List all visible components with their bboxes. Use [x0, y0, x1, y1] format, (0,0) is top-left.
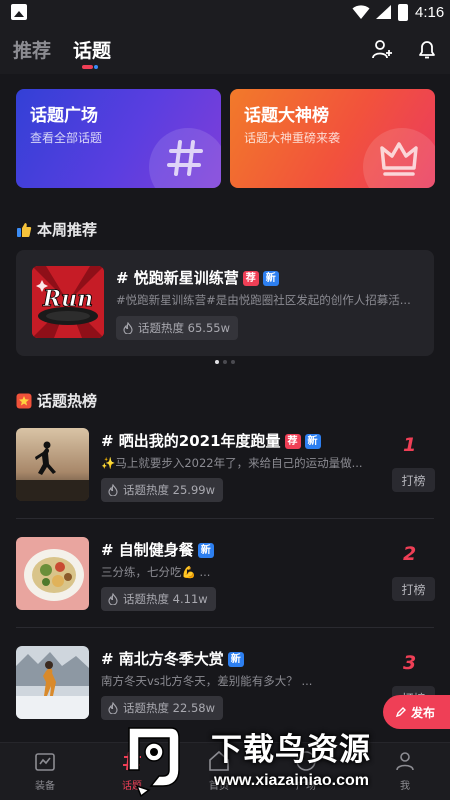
signal-icon — [376, 5, 391, 19]
divider — [16, 518, 434, 519]
rank-number: 2 — [403, 543, 417, 565]
topic-title: # 南北方冬季大赏新 — [101, 648, 244, 669]
top-header: 推荐 话题 — [0, 26, 450, 74]
new-badge: 新 — [262, 271, 279, 286]
weekly-section-title: 本周推荐 — [16, 219, 97, 240]
watermark-url: www.xiazainiao.com — [214, 772, 370, 789]
status-time: 4:16 — [415, 4, 445, 21]
status-bar: 4:16 — [0, 0, 450, 26]
recommend-badge: 荐 — [242, 271, 259, 286]
topic-description: 三分练，七分吃💪 ... — [101, 565, 211, 579]
new-badge: 新 — [227, 652, 244, 667]
nav-gear[interactable]: 装备 — [15, 749, 75, 792]
topic-thumbnail — [16, 428, 89, 501]
thumbs-up-icon — [17, 222, 32, 237]
banner-title: 话题广场 — [30, 106, 98, 126]
topic-thumbnail: Run — [32, 266, 104, 338]
bag-icon — [35, 753, 55, 771]
recommend-badge: 荐 — [284, 434, 301, 449]
thumbnail-run-text: Run — [42, 286, 93, 312]
banner-subtitle: 查看全部话题 — [30, 131, 103, 145]
star-badge-icon — [16, 393, 32, 408]
watermark-text: 下载鸟资源 — [211, 732, 371, 768]
carousel-indicator — [215, 360, 237, 364]
heat-badge: 话题热度 25.99w — [101, 478, 223, 502]
topic-title: # 悦跑新星训练营荐新 — [116, 267, 279, 288]
topic-ranking-card[interactable]: 话题大神榜 话题大神重磅来袭 — [230, 89, 435, 188]
hot-section-title: 话题热榜 — [16, 390, 97, 411]
flame-icon — [123, 322, 133, 334]
topic-description: ✨马上就要步入2022年了，来给自己的运动量做... — [101, 456, 363, 470]
topic-thumbnail — [16, 646, 89, 719]
bird-logo-icon — [128, 727, 180, 798]
topic-description: #悦跑新星训练营#是由悦跑圈社区发起的创作人招募活... — [116, 293, 411, 307]
add-user-icon[interactable] — [371, 38, 393, 60]
topic-title: # 自制健身餐新 — [101, 539, 214, 560]
flame-icon — [108, 484, 118, 496]
vote-button[interactable]: 打榜 — [392, 468, 435, 492]
rank-number: 1 — [403, 434, 417, 456]
topic-square-card[interactable]: 话题广场 查看全部话题 — [16, 89, 221, 188]
topic-thumbnail — [16, 537, 89, 610]
tab-topic[interactable]: 话题 — [73, 36, 111, 63]
weekly-topic-card[interactable]: Run # 悦跑新星训练营荐新 #悦跑新星训练营#是由悦跑圈社区发起的创作人招募… — [16, 250, 434, 356]
section-title-text: 本周推荐 — [37, 221, 98, 239]
topic-title: # 晒出我的2021年度跑量荐新 — [101, 430, 321, 451]
banner-subtitle: 话题大神重磅来袭 — [244, 131, 341, 145]
bell-icon[interactable] — [416, 38, 438, 60]
section-title-text: 话题热榜 — [37, 392, 98, 410]
banner-title: 话题大神榜 — [244, 106, 329, 126]
new-badge: 新 — [304, 434, 321, 449]
hash-icon — [167, 140, 203, 176]
gallery-icon — [11, 4, 27, 20]
hot-topic-item[interactable]: # 晒出我的2021年度跑量荐新 ✨马上就要步入2022年了，来给自己的运动量做… — [0, 428, 450, 538]
battery-icon — [398, 4, 408, 21]
wifi-icon — [352, 5, 370, 19]
heat-badge: 话题热度 4.11w — [101, 587, 216, 611]
flame-icon — [108, 593, 118, 605]
hot-topic-item[interactable]: # 自制健身餐新 三分练，七分吃💪 ... 话题热度 4.11w 2 打榜 — [0, 537, 450, 647]
divider — [16, 627, 434, 628]
heat-badge: 话题热度 65.55w — [116, 316, 238, 340]
vote-button[interactable]: 打榜 — [392, 577, 435, 601]
topic-description: 南方冬天vs北方冬天，差别能有多大？ ... — [101, 674, 313, 688]
tab-recommend[interactable]: 推荐 — [13, 36, 51, 63]
new-badge: 新 — [197, 543, 214, 558]
crown-icon — [380, 142, 418, 176]
watermark: 下载鸟资源 www.xiazainiao.com — [117, 712, 435, 800]
rank-number: 3 — [403, 652, 417, 674]
tab-indicator — [82, 65, 100, 69]
